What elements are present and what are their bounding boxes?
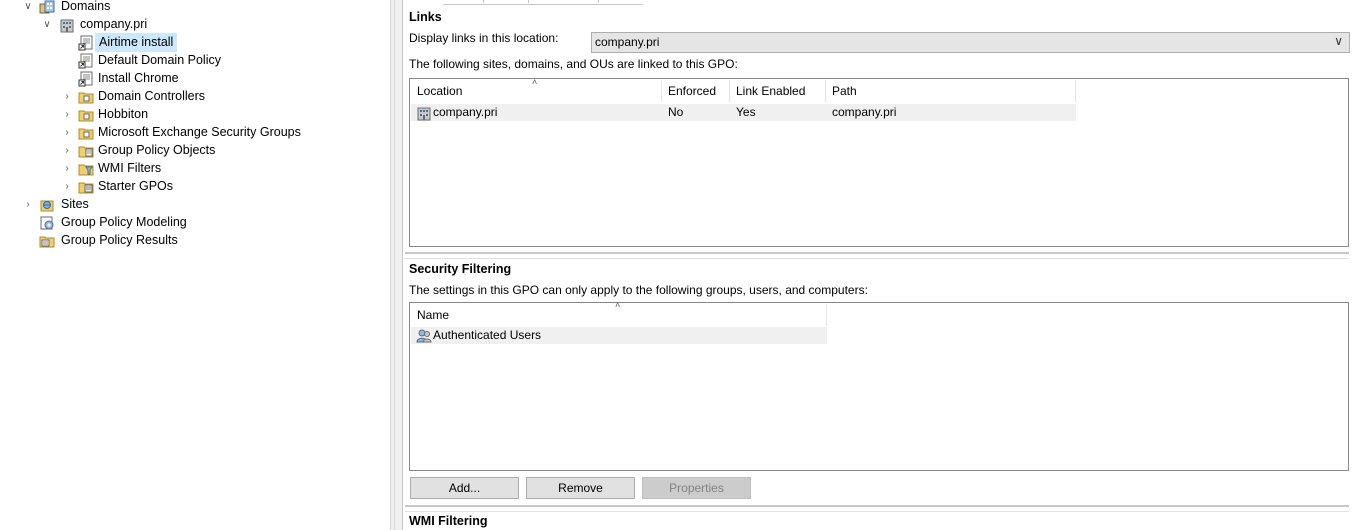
column-header-link-enabled[interactable]: Link Enabled (730, 80, 826, 102)
column-header-location[interactable]: Location (411, 80, 662, 102)
tree-label: company.pri (80, 17, 148, 31)
chevron-right-icon[interactable]: › (61, 178, 73, 196)
domains-icon (39, 0, 55, 15)
tree-label: Hobbiton (98, 107, 149, 121)
tree-label: Group Policy Objects (98, 143, 216, 157)
display-links-label: Display links in this location: (409, 31, 559, 45)
table-row[interactable]: Authenticated Users (411, 327, 827, 344)
tree-node-group-policy-objects[interactable]: › Group Policy Objects (0, 142, 230, 160)
tree-node-default-domain-policy[interactable]: Default Domain Policy (0, 52, 230, 70)
tree-label: Microsoft Exchange Security Groups (98, 125, 301, 139)
section-divider[interactable] (405, 252, 1349, 259)
cell-link-enabled: Yes (736, 105, 756, 119)
tree-label: Domain Controllers (98, 89, 205, 103)
tree-label: Install Chrome (98, 71, 179, 85)
tree-label: Starter GPOs (98, 179, 174, 193)
tree-label: Default Domain Policy (98, 53, 221, 67)
tree-node-domain-controllers[interactable]: › Domain Controllers (0, 88, 230, 106)
tree-label: Domains (61, 0, 111, 13)
cell-enforced: No (668, 105, 684, 119)
details-pane: Links Display links in this location: co… (403, 0, 1354, 530)
domain-icon (416, 105, 432, 121)
chevron-down-icon[interactable]: ∨ (41, 16, 53, 34)
domain-icon (59, 17, 75, 33)
add-button[interactable]: Add... (410, 477, 519, 499)
chevron-down-icon[interactable]: ∨ (22, 0, 34, 16)
gpo-link-icon (78, 53, 94, 69)
tree-label: Airtime install (95, 33, 178, 52)
gpo-link-icon (78, 35, 94, 51)
tree-node-group-policy-results[interactable]: Group Policy Results (0, 232, 220, 250)
section-divider[interactable] (405, 505, 1349, 512)
tree-node-starter-gpos[interactable]: › Starter GPOs (0, 178, 200, 196)
chevron-right-icon[interactable]: › (61, 106, 73, 124)
dropdown-value: company.pri (595, 35, 660, 49)
ou-folder-icon (78, 89, 94, 105)
console-tree: ∨ Domains ∨ company.pri Airtime install … (0, 0, 390, 530)
wmi-folder-icon (78, 161, 94, 177)
security-filtering-description: The settings in this GPO can only apply … (409, 283, 868, 297)
tree-node-wmi-filters[interactable]: › WMI Filters (0, 160, 200, 178)
chevron-right-icon[interactable]: › (22, 196, 34, 214)
cell-path: company.pri (832, 105, 897, 119)
links-location-dropdown[interactable]: company.pri ∨ (591, 32, 1350, 53)
gpo-link-icon (78, 71, 94, 87)
tree-node-group-policy-modeling[interactable]: Group Policy Modeling (0, 214, 220, 232)
chevron-right-icon[interactable]: › (61, 88, 73, 106)
properties-button[interactable]: Properties (642, 477, 751, 499)
gpo-folder-icon (78, 143, 94, 159)
chevron-right-icon[interactable]: › (61, 160, 73, 178)
results-icon (39, 233, 55, 249)
users-group-icon (416, 328, 432, 344)
sites-icon (39, 197, 55, 213)
tree-node-exchange-security-groups[interactable]: › Microsoft Exchange Security Groups (0, 124, 301, 142)
tree-label: Group Policy Results (61, 233, 178, 247)
tree-node-domains[interactable]: ∨ Domains (0, 0, 200, 16)
chevron-down-icon[interactable]: ∨ (1334, 34, 1343, 48)
tree-node-company[interactable]: ∨ company.pri (0, 16, 200, 34)
security-filtering-title: Security Filtering (409, 262, 512, 276)
links-description: The following sites, domains, and OUs ar… (409, 57, 738, 71)
tree-label: WMI Filters (98, 161, 162, 175)
modeling-icon (39, 215, 55, 231)
table-row[interactable]: company.pri No Yes company.pri (411, 104, 1076, 121)
column-header-path[interactable]: Path (826, 80, 1076, 102)
tree-label: Group Policy Modeling (61, 215, 187, 229)
security-filtering-list[interactable]: ˄ Name Authenticated Users (409, 300, 1349, 471)
chevron-right-icon[interactable]: › (61, 142, 73, 160)
links-section-title: Links (409, 10, 442, 24)
right-pane-border (395, 0, 403, 530)
ou-folder-icon (78, 107, 94, 123)
tree-node-install-chrome[interactable]: Install Chrome (0, 70, 200, 88)
remove-button[interactable]: Remove (526, 477, 635, 499)
chevron-right-icon[interactable]: › (61, 124, 73, 142)
tree-node-airtime-install[interactable]: Airtime install (0, 33, 200, 52)
wmi-filtering-title: WMI Filtering (409, 514, 488, 528)
tree-node-hobbiton[interactable]: › Hobbiton (0, 106, 200, 124)
ou-folder-icon (78, 125, 94, 141)
cell-name: Authenticated Users (433, 328, 542, 342)
tree-node-sites[interactable]: › Sites (0, 196, 200, 214)
column-header-enforced[interactable]: Enforced (662, 80, 730, 102)
tab-strip (443, 0, 643, 5)
tree-label: Sites (61, 197, 89, 211)
links-list[interactable]: ˄ Location Enforced Link Enabled Path co… (409, 77, 1349, 247)
column-header-name[interactable]: Name (411, 304, 827, 326)
cell-location: company.pri (433, 105, 498, 119)
starter-folder-icon (78, 179, 94, 195)
